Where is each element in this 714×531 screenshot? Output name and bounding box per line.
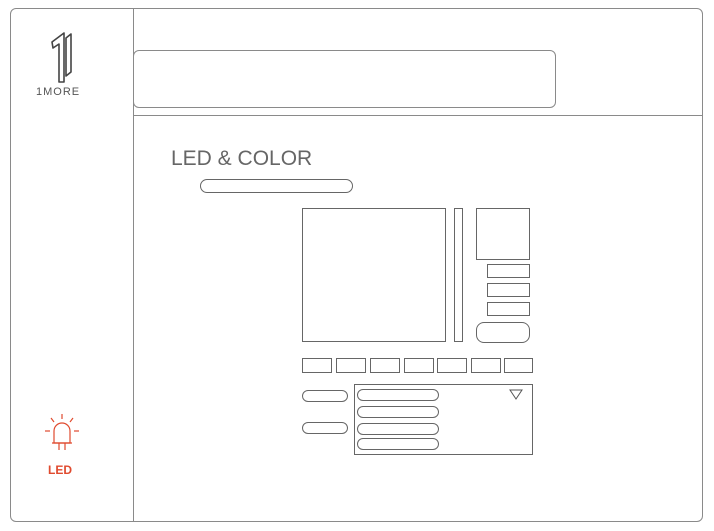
color-value-field-green[interactable] [487,283,530,297]
brand-logo-text: 1MORE [36,86,81,98]
apply-color-button[interactable] [476,322,530,343]
color-value-field-red[interactable] [487,264,530,278]
color-swatch[interactable] [437,358,467,373]
color-value-field-blue[interactable] [487,302,530,316]
preset-list-item[interactable] [357,438,439,450]
color-swatch[interactable] [471,358,501,373]
sidebar-item-label: LED [48,463,72,477]
color-swatch[interactable] [404,358,434,373]
page-title: LED & COLOR [171,147,313,170]
mode-select[interactable] [200,179,353,193]
color-picker-square[interactable] [302,208,446,342]
color-swatch[interactable] [504,358,533,373]
preset-list-item[interactable] [357,389,439,401]
hue-slider[interactable] [454,208,463,342]
preset-list-item[interactable] [357,423,439,435]
preset-list-item[interactable] [357,406,439,418]
header-divider [134,115,702,116]
dropdown-arrow-icon[interactable] [509,389,523,401]
color-swatch[interactable] [370,358,400,373]
color-preview-swatch [476,208,530,260]
sidebar-item-led[interactable]: LED [42,410,82,482]
color-swatch[interactable] [302,358,332,373]
header-panel [133,50,556,108]
color-swatch[interactable] [336,358,366,373]
option-pill[interactable] [302,390,348,402]
option-pill[interactable] [302,422,348,434]
led-bulb-icon [45,414,79,450]
